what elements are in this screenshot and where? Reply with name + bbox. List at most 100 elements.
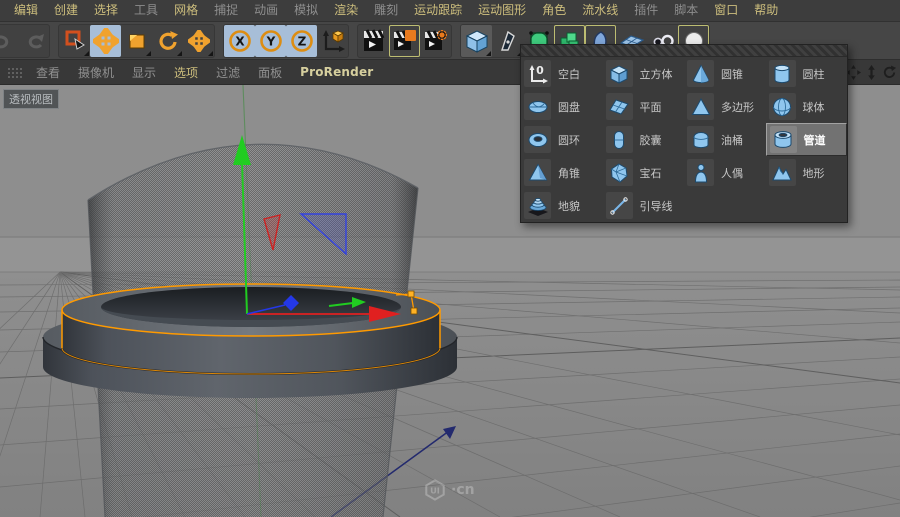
- primitive-null[interactable]: 0 空白: [521, 57, 603, 90]
- relief-icon: [524, 192, 551, 219]
- menu-window[interactable]: 窗口: [706, 0, 746, 21]
- cinema4d-window: { "menu_bar": { "items": [ {"label":"编辑"…: [0, 0, 900, 517]
- viewport-rotate-icon[interactable]: [881, 63, 898, 81]
- disc-icon: [524, 93, 551, 120]
- viewport-menu-view[interactable]: 查看: [27, 64, 69, 81]
- primitive-polygon[interactable]: 多边形: [684, 90, 766, 123]
- viewport-menu-display[interactable]: 显示: [123, 64, 165, 81]
- primitive-oiltank[interactable]: 油桶: [684, 123, 766, 156]
- primitive-pyramid[interactable]: 角锥: [521, 156, 603, 189]
- viewport-menu-prorender[interactable]: ProRender: [291, 65, 382, 79]
- svg-text:Y: Y: [265, 34, 275, 48]
- primitive-disc[interactable]: 圆盘: [521, 90, 603, 123]
- viewport-menu-filter[interactable]: 过滤: [207, 64, 249, 81]
- tube-icon: [769, 126, 797, 153]
- primitive-cone[interactable]: 圆锥: [684, 57, 766, 90]
- axis-y-lock-icon[interactable]: Y: [255, 24, 286, 57]
- capsule-icon: [605, 126, 633, 153]
- menu-script[interactable]: 脚本: [666, 0, 706, 21]
- guide-icon: [605, 192, 633, 219]
- primitive-figure[interactable]: 人偶: [684, 156, 766, 189]
- menu-mograph[interactable]: 运动图形: [470, 0, 534, 21]
- render-picture-viewer-icon[interactable]: [389, 25, 420, 57]
- primitives-dropdown-panel: 0 空白 立方体 圆锥 圆柱 圆盘 平面 多边形 球体 圆环 胶囊 油桶 管道 …: [520, 44, 848, 223]
- axis-z-lock-icon[interactable]: Z: [286, 24, 317, 57]
- axis-x-lock-icon[interactable]: X: [224, 24, 255, 57]
- pyramid-icon: [524, 159, 551, 186]
- watermark-text: ·cn: [451, 482, 475, 498]
- pen-spline-icon[interactable]: [492, 25, 523, 57]
- scale-tool-icon[interactable]: [121, 25, 152, 57]
- menu-motion-tracker[interactable]: 运动跟踪: [406, 0, 470, 21]
- move-last-tool-icon[interactable]: [183, 25, 214, 57]
- menu-sculpt[interactable]: 雕刻: [366, 0, 406, 21]
- watermark-hexagon-icon: UI: [425, 479, 445, 501]
- cube-icon: [605, 60, 633, 87]
- rotate-tool-icon[interactable]: [152, 25, 183, 57]
- primitives-grid: 0 空白 立方体 圆锥 圆柱 圆盘 平面 多边形 球体 圆环 胶囊 油桶 管道 …: [521, 57, 847, 222]
- primitive-capsule[interactable]: 胶囊: [603, 123, 685, 156]
- primitive-tube-selected[interactable]: 管道: [765, 123, 847, 156]
- menu-select[interactable]: 选择: [86, 0, 126, 21]
- primitive-sphere[interactable]: 球体: [766, 90, 848, 123]
- menu-simulate[interactable]: 模拟: [286, 0, 326, 21]
- menu-animate[interactable]: 动画: [246, 0, 286, 21]
- gem-icon: [605, 159, 633, 186]
- menu-mesh[interactable]: 网格: [166, 0, 206, 21]
- primitive-cube-icon[interactable]: [461, 24, 492, 57]
- primitive-plane[interactable]: 平面: [603, 90, 685, 123]
- primitive-torus[interactable]: 圆环: [521, 123, 603, 156]
- menu-tools[interactable]: 工具: [126, 0, 166, 21]
- undo-redo-group: [0, 23, 50, 58]
- axis-lock-group: X Y Z: [223, 23, 349, 58]
- svg-text:UI: UI: [430, 486, 440, 496]
- menu-plugins[interactable]: 插件: [626, 0, 666, 21]
- view-label: 透视视图: [3, 89, 59, 109]
- primitive-guide[interactable]: 引导线: [603, 189, 685, 222]
- watermark: UI ·cn: [424, 479, 475, 501]
- viewport-zoom-icon[interactable]: [863, 63, 880, 81]
- viewport-menu-panel[interactable]: 面板: [249, 64, 291, 81]
- cone-icon: [687, 60, 714, 87]
- primitive-relief[interactable]: 地貌: [521, 189, 603, 222]
- viewport-menu-options[interactable]: 选项: [165, 64, 207, 81]
- coordinate-system-icon[interactable]: [317, 25, 348, 57]
- svg-text:Z: Z: [297, 34, 306, 48]
- menu-snap[interactable]: 捕捉: [206, 0, 246, 21]
- redo-icon[interactable]: [18, 25, 49, 57]
- empty-cell: [684, 189, 766, 222]
- panel-drag-handle[interactable]: [521, 45, 847, 57]
- primitive-cylinder[interactable]: 圆柱: [766, 57, 848, 90]
- menu-edit[interactable]: 编辑: [6, 0, 46, 21]
- menu-render[interactable]: 渲染: [326, 0, 366, 21]
- torus-icon: [524, 126, 551, 153]
- menu-character[interactable]: 角色: [534, 0, 574, 21]
- render-group: [357, 23, 452, 58]
- palette-grip-icon[interactable]: [6, 65, 22, 79]
- menu-pipeline[interactable]: 流水线: [574, 0, 626, 21]
- render-settings-icon[interactable]: [420, 25, 451, 57]
- tool-group: [58, 23, 215, 58]
- menu-create[interactable]: 创建: [46, 0, 86, 21]
- polygon-icon: [687, 93, 714, 120]
- empty-cell: [766, 189, 848, 222]
- oiltank-icon: [687, 126, 714, 153]
- null-icon: 0: [524, 60, 551, 87]
- menu-help[interactable]: 帮助: [746, 0, 786, 21]
- undo-icon[interactable]: [0, 25, 18, 57]
- cylinder-icon: [768, 60, 796, 87]
- tube-object-selected[interactable]: [61, 283, 441, 375]
- sphere-icon: [768, 93, 796, 120]
- svg-text:0: 0: [536, 64, 544, 77]
- render-view-icon[interactable]: [358, 25, 389, 57]
- rectangle-select-icon[interactable]: [59, 25, 90, 57]
- primitive-cube[interactable]: 立方体: [603, 57, 685, 90]
- plane-icon: [605, 93, 633, 120]
- main-menu-bar: 编辑 创建 选择 工具 网格 捕捉 动画 模拟 渲染 雕刻 运动跟踪 运动图形 …: [0, 0, 900, 22]
- primitive-landscape[interactable]: 地形: [766, 156, 848, 189]
- primitive-gem[interactable]: 宝石: [603, 156, 685, 189]
- viewport-menu-cameras[interactable]: 摄像机: [69, 64, 123, 81]
- move-tool-icon[interactable]: [90, 24, 121, 57]
- landscape-icon: [768, 159, 796, 186]
- svg-text:X: X: [235, 34, 245, 48]
